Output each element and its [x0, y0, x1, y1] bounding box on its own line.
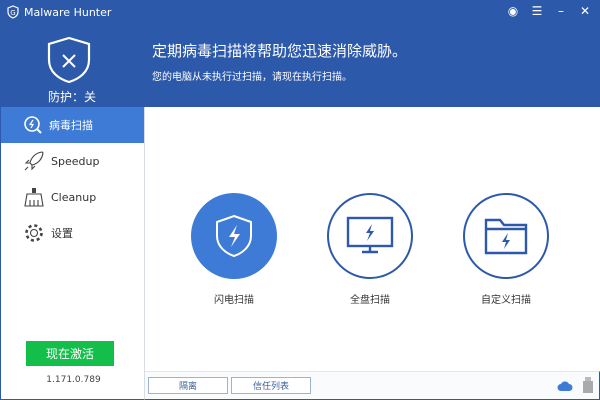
sidebar-item-speedup[interactable]: Speedup	[1, 143, 144, 179]
broom-icon	[24, 188, 44, 207]
sidebar-item-virus-scan[interactable]: 病毒扫描	[1, 107, 144, 143]
sidebar: 病毒扫描 Speedup Cleanup 设置 现在激活 1.171.0.789	[0, 107, 145, 400]
scan-options: 闪电扫描 全盘扫描 自定义扫描	[145, 107, 600, 371]
header: G Malware Hunter ◉ ☰ – ✕ 防护：关 定期病毒扫描将帮助您…	[0, 0, 600, 107]
sidebar-item-label: 设置	[51, 227, 73, 240]
app-title: Malware Hunter	[24, 5, 112, 19]
scan-label: 全盘扫描	[350, 295, 390, 306]
sidebar-item-label: Speedup	[51, 154, 100, 168]
sidebar-item-cleanup[interactable]: Cleanup	[1, 179, 144, 215]
version-label: 1.171.0.789	[46, 375, 101, 385]
activate-now-button[interactable]: 现在激活	[26, 341, 114, 366]
bottom-bar: 隔离 信任列表	[145, 371, 600, 400]
scan-label: 自定义扫描	[481, 295, 531, 306]
svg-text:G: G	[10, 9, 15, 17]
usb-icon[interactable]	[583, 377, 593, 393]
protection-status: 防护：关	[48, 90, 97, 104]
shield-off-icon	[47, 36, 91, 84]
headline: 定期病毒扫描将帮助您迅速消除威胁。	[152, 42, 408, 60]
custom-scan-button[interactable]: 自定义扫描	[461, 193, 551, 306]
quarantine-button[interactable]: 隔离	[148, 377, 228, 394]
lightning-shield-icon	[216, 214, 252, 258]
full-scan-button[interactable]: 全盘扫描	[325, 193, 415, 306]
sidebar-item-settings[interactable]: 设置	[1, 215, 144, 251]
scan-label: 闪电扫描	[214, 295, 254, 306]
title-bar: G Malware Hunter	[6, 5, 111, 19]
sidebar-item-label: 病毒扫描	[49, 119, 93, 132]
quick-scan-button[interactable]: 闪电扫描	[189, 193, 279, 306]
gear-icon	[25, 224, 43, 242]
trust-list-button[interactable]: 信任列表	[231, 377, 311, 394]
folder-lightning-icon	[484, 218, 528, 255]
close-icon[interactable]: ✕	[578, 4, 592, 18]
account-icon[interactable]: ◉	[506, 4, 520, 18]
sidebar-item-label: Cleanup	[51, 190, 97, 204]
minimize-icon[interactable]: –	[554, 4, 568, 18]
monitor-lightning-icon	[346, 216, 394, 254]
app-logo-icon: G	[7, 5, 19, 19]
rocket-icon	[24, 151, 44, 171]
cloud-icon[interactable]	[557, 380, 573, 392]
scan-search-icon	[24, 116, 42, 134]
subtext: 您的电脑从未执行过扫描，请现在执行扫描。	[152, 72, 352, 83]
menu-icon[interactable]: ☰	[530, 4, 544, 18]
